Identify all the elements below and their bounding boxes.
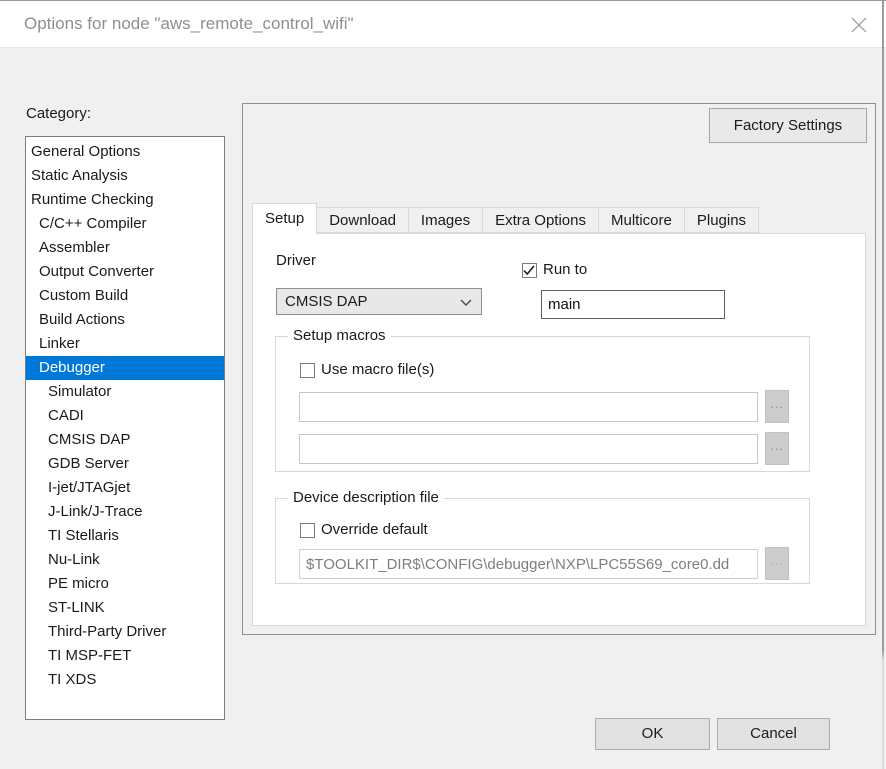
close-icon[interactable] xyxy=(845,11,873,39)
cancel-button[interactable]: Cancel xyxy=(717,718,830,750)
run-to-input[interactable] xyxy=(541,290,725,319)
category-item-ti-stellaris[interactable]: TI Stellaris xyxy=(26,524,224,548)
window-title: Options for node "aws_remote_control_wif… xyxy=(24,14,354,34)
use-macro-files-checkbox[interactable] xyxy=(300,363,315,378)
category-item-build-actions[interactable]: Build Actions xyxy=(26,308,224,332)
driver-dropdown-value: CMSIS DAP xyxy=(285,293,368,310)
category-item-ti-msp-fet[interactable]: TI MSP-FET xyxy=(26,644,224,668)
category-item-pe-micro[interactable]: PE micro xyxy=(26,572,224,596)
use-macro-files-label: Use macro file(s) xyxy=(321,361,434,378)
category-item-c-c-compiler[interactable]: C/C++ Compiler xyxy=(26,212,224,236)
macro-file-2-input[interactable] xyxy=(299,434,758,464)
category-item-nu-link[interactable]: Nu-Link xyxy=(26,548,224,572)
tab-images[interactable]: Images xyxy=(409,207,483,233)
category-item-output-converter[interactable]: Output Converter xyxy=(26,260,224,284)
category-item-general-options[interactable]: General Options xyxy=(26,140,224,164)
driver-label: Driver xyxy=(276,252,316,269)
category-item-j-link-j-trace[interactable]: J-Link/J-Trace xyxy=(26,500,224,524)
window-right-edge xyxy=(882,0,884,769)
ok-button[interactable]: OK xyxy=(595,718,710,750)
category-item-runtime-checking[interactable]: Runtime Checking xyxy=(26,188,224,212)
macro-file-1-browse-button[interactable]: ... xyxy=(765,390,789,423)
options-panel: Factory Settings SetupDownloadImagesExtr… xyxy=(242,103,876,635)
tab-extra-options[interactable]: Extra Options xyxy=(483,207,599,233)
category-item-st-link[interactable]: ST-LINK xyxy=(26,596,224,620)
override-default-label: Override default xyxy=(321,521,428,538)
device-description-legend: Device description file xyxy=(288,489,444,506)
device-description-path-input xyxy=(299,549,758,579)
category-item-i-jet-jtagjet[interactable]: I-jet/JTAGjet xyxy=(26,476,224,500)
tab-plugins[interactable]: Plugins xyxy=(685,207,759,233)
category-item-cadi[interactable]: CADI xyxy=(26,404,224,428)
chevron-down-icon xyxy=(460,299,472,307)
setup-macros-group: Setup macros Use macro file(s) ... ... xyxy=(275,336,810,472)
category-item-simulator[interactable]: Simulator xyxy=(26,380,224,404)
device-description-browse-button[interactable]: ... xyxy=(765,547,789,580)
tab-multicore[interactable]: Multicore xyxy=(599,207,685,233)
macro-file-1-input[interactable] xyxy=(299,392,758,422)
tab-bar: SetupDownloadImagesExtra OptionsMulticor… xyxy=(252,202,759,233)
category-item-third-party-driver[interactable]: Third-Party Driver xyxy=(26,620,224,644)
category-item-custom-build[interactable]: Custom Build xyxy=(26,284,224,308)
factory-settings-button[interactable]: Factory Settings xyxy=(709,108,867,143)
category-label: Category: xyxy=(26,105,91,122)
setup-tab-page: Driver CMSIS DAP Run to Setup macros Use… xyxy=(252,233,866,626)
category-item-static-analysis[interactable]: Static Analysis xyxy=(26,164,224,188)
category-item-cmsis-dap[interactable]: CMSIS DAP xyxy=(26,428,224,452)
category-item-gdb-server[interactable]: GDB Server xyxy=(26,452,224,476)
macro-file-2-browse-button[interactable]: ... xyxy=(765,432,789,465)
category-item-ti-xds[interactable]: TI XDS xyxy=(26,668,224,692)
device-description-group: Device description file Override default… xyxy=(275,498,810,584)
category-item-assembler[interactable]: Assembler xyxy=(26,236,224,260)
category-item-debugger[interactable]: Debugger xyxy=(26,356,224,380)
category-item-linker[interactable]: Linker xyxy=(26,332,224,356)
setup-macros-legend: Setup macros xyxy=(288,327,391,344)
driver-dropdown[interactable]: CMSIS DAP xyxy=(276,288,482,315)
tab-download[interactable]: Download xyxy=(317,207,409,233)
title-bar: Options for node "aws_remote_control_wif… xyxy=(0,0,886,48)
category-listbox[interactable]: General OptionsStatic AnalysisRuntime Ch… xyxy=(25,136,225,720)
run-to-label: Run to xyxy=(543,261,587,278)
tab-setup[interactable]: Setup xyxy=(252,203,317,234)
run-to-checkbox[interactable] xyxy=(522,263,537,278)
override-default-checkbox[interactable] xyxy=(300,523,315,538)
